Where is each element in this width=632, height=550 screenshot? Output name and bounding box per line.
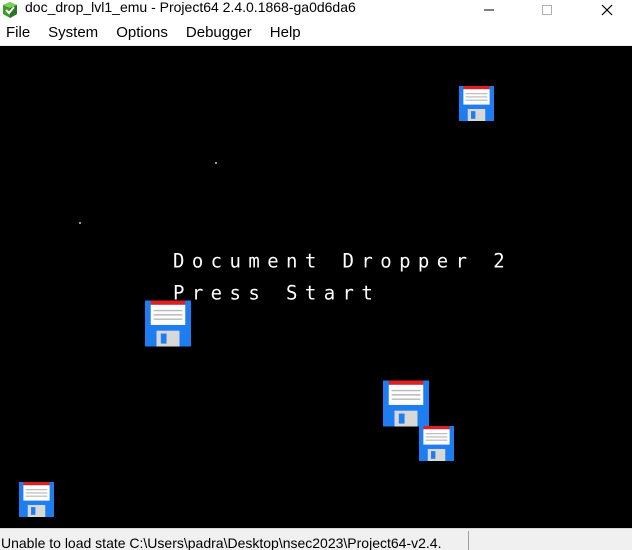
maximize-button[interactable] xyxy=(524,0,570,20)
window-title: doc_drop_lvl1_emu - Project64 2.4.0.1868… xyxy=(25,0,356,15)
floppy-disk-icon xyxy=(19,482,54,517)
minimize-button[interactable] xyxy=(466,0,512,20)
floppy-disk-icon xyxy=(383,380,429,427)
press-start-prompt: Press Start xyxy=(173,281,381,305)
floppy-disk-icon xyxy=(419,426,454,461)
menu-help[interactable]: Help xyxy=(261,21,310,45)
minimize-icon xyxy=(484,9,494,11)
menu-debugger[interactable]: Debugger xyxy=(177,21,261,45)
debris-pixel xyxy=(215,162,217,164)
close-button[interactable] xyxy=(584,0,630,20)
game-title: Document Dropper 2 xyxy=(173,249,513,273)
project64-app-icon xyxy=(1,1,19,19)
floppy-disk-icon xyxy=(145,300,191,347)
debris-pixel xyxy=(79,222,81,224)
floppy-disk-icon xyxy=(459,86,494,121)
emulator-window: doc_drop_lvl1_emu - Project64 2.4.0.1868… xyxy=(0,0,632,550)
menu-file[interactable]: File xyxy=(0,21,39,45)
game-screen[interactable]: Document Dropper 2 Press Start xyxy=(0,46,632,528)
status-divider xyxy=(468,531,469,550)
status-bar: Unable to load state C:\Users\padra\Desk… xyxy=(0,528,632,550)
title-bar[interactable]: doc_drop_lvl1_emu - Project64 2.4.0.1868… xyxy=(0,0,632,20)
menu-options[interactable]: Options xyxy=(107,21,177,45)
status-message: Unable to load state C:\Users\padra\Desk… xyxy=(1,535,442,550)
close-icon xyxy=(601,4,613,16)
maximize-icon xyxy=(542,5,552,15)
menu-bar: File System Options Debugger Help xyxy=(0,21,632,46)
menu-system[interactable]: System xyxy=(39,21,107,45)
